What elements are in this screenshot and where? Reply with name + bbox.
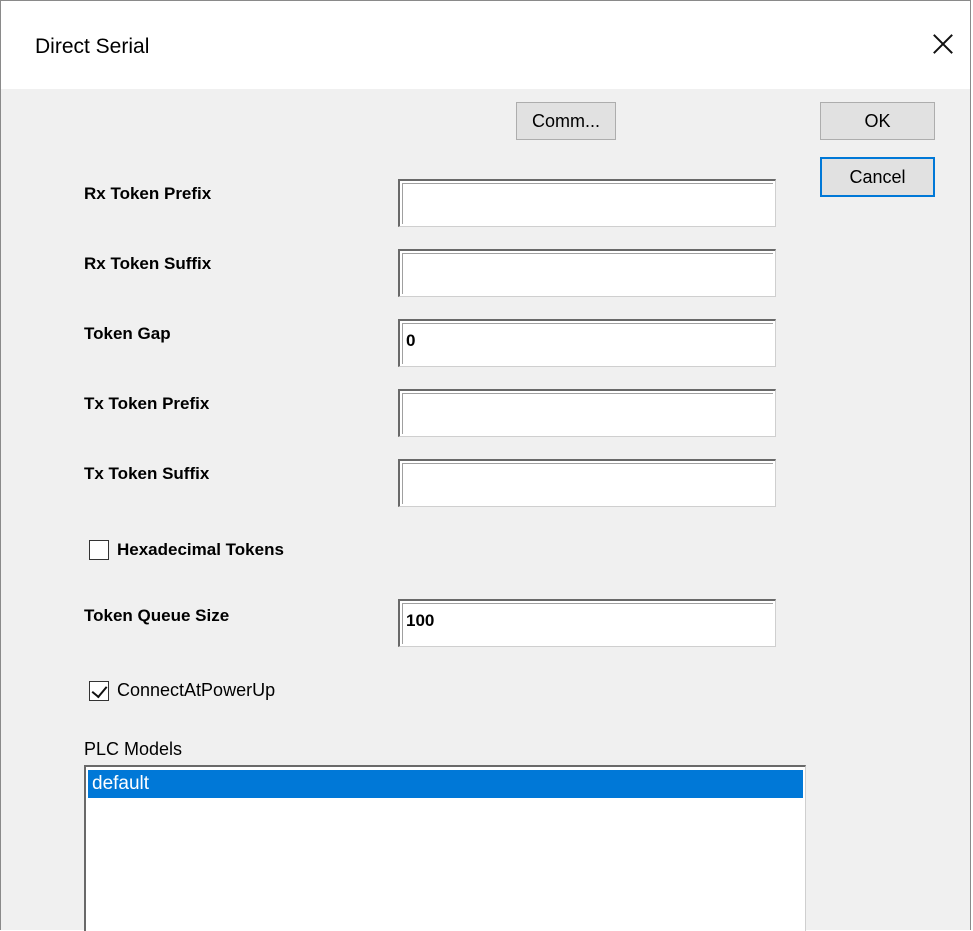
tx-token-prefix-field[interactable]	[398, 389, 776, 437]
rx-token-prefix-field[interactable]	[398, 179, 776, 227]
checkmark-icon	[91, 681, 108, 698]
close-icon[interactable]	[926, 27, 960, 61]
tx-token-prefix-label: Tx Token Prefix	[84, 394, 210, 413]
connect-at-power-up-label: ConnectAtPowerUp	[117, 680, 276, 700]
token-gap-label: Token Gap	[84, 324, 171, 343]
rx-token-prefix-label: Rx Token Prefix	[84, 184, 212, 203]
list-item[interactable]: default	[88, 770, 803, 798]
hexadecimal-tokens-checkbox[interactable]: Hexadecimal Tokens	[89, 540, 284, 560]
hexadecimal-tokens-label: Hexadecimal Tokens	[117, 540, 284, 559]
token-queue-size-field[interactable]: 100	[398, 599, 776, 647]
rx-token-suffix-field[interactable]	[398, 249, 776, 297]
cancel-button[interactable]: Cancel	[820, 157, 935, 197]
checkbox-box[interactable]	[89, 540, 109, 560]
tx-token-suffix-field[interactable]	[398, 459, 776, 507]
plc-models-listbox[interactable]: default	[84, 765, 806, 931]
rx-token-suffix-label: Rx Token Suffix	[84, 254, 212, 273]
window-title: Direct Serial	[35, 35, 150, 58]
checkbox-box[interactable]	[89, 680, 109, 701]
comm-button[interactable]: Comm...	[516, 102, 616, 140]
title-bar: Direct Serial	[1, 1, 970, 89]
connect-at-power-up-checkbox[interactable]: ConnectAtPowerUp	[89, 680, 275, 701]
token-queue-size-label: Token Queue Size	[84, 606, 230, 625]
dialog-window: Direct Serial Comm... OK Cancel Rx Token…	[0, 0, 971, 931]
ok-button[interactable]: OK	[820, 102, 935, 140]
token-gap-field[interactable]: 0	[398, 319, 776, 367]
tx-token-suffix-label: Tx Token Suffix	[84, 464, 210, 483]
plc-models-label: PLC Models	[84, 739, 183, 759]
